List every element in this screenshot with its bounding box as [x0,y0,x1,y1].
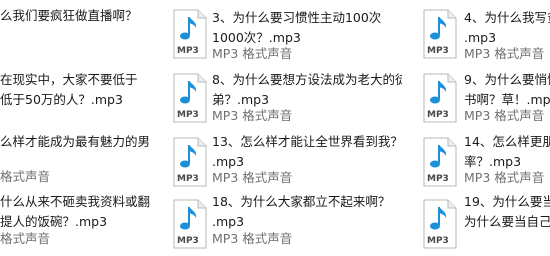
icon-label: MP3 [177,46,199,56]
file-name: 么我们要疯狂做直播啊？ [0,8,138,23]
icon-label: MP3 [427,236,449,246]
file-tile[interactable]: MP3 9、为什么要悄悄 书啊？草！.mp3 MP3 格式声音 [412,64,550,124]
mp3-file-icon: MP3 [173,73,207,123]
file-name: 19、为什么要当 为什么要当自己 [464,194,550,229]
file-name: 13、怎么样才能让全世界看到我？ .mp3 [212,134,402,169]
file-type: 格式声音 [0,231,51,246]
file-tile[interactable]: MP3 14、怎么样更朋 率？.mp3 MP3 格式声音 [412,128,550,188]
file-name: 4、为什么我写贫 .mp3 [464,10,550,45]
icon-label: MP3 [177,174,199,184]
mp3-file-icon: MP3 [173,199,207,249]
file-type: MP3 格式声音 [212,108,293,123]
file-name: 18、为什么大家都立不起来啊？ .mp3 [212,194,391,229]
file-type: MP3 格式声音 [212,231,293,246]
file-explorer-tiles-view: { "files": [ {"name": "么我们要疯狂做直播啊？", "ty… [0,0,550,256]
mp3-file-icon: MP3 [173,137,207,187]
file-name: 14、怎么样更朋 率？.mp3 [464,134,550,169]
mp3-file-icon: MP3 [423,9,457,59]
file-tile[interactable]: MP3 18、为什么大家都立不起来啊？ .mp3 MP3 格式声音 [162,190,402,256]
file-type: MP3 格式声音 [212,46,293,61]
icon-label: MP3 [177,236,199,246]
file-tile[interactable]: MP3 3、为什么要习惯性主动100次 1000次？.mp3 MP3 格式声音 [162,0,402,61]
file-name: 3、为什么要习惯性主动100次 1000次？.mp3 [212,10,382,45]
file-type: MP3 格式声音 [464,46,545,61]
icon-label: MP3 [177,110,199,120]
file-tile[interactable]: 什么从来不砸卖我资料或翻 提人的饭碗？.mp3 格式声音 [0,190,160,256]
file-name: 什么从来不砸卖我资料或翻 提人的饭碗？.mp3 [0,194,151,229]
file-tile[interactable]: 在现实中，大家不要低于 低于50万的人？.mp3 [0,64,160,124]
file-tile[interactable]: 么我们要疯狂做直播啊？ MP3 格式声音 [0,0,160,60]
file-type: MP3 格式声音 [464,170,545,185]
file-name: 么样才能成为最有魅力的男 [0,134,151,149]
file-name: 8、为什么要想方设法成为老大的徒 弟？.mp3 [212,72,402,107]
file-type: MP3 格式声音 [212,170,293,185]
file-name: 9、为什么要悄悄 书啊？草！.mp3 [464,72,550,107]
file-type: 格式声音 [0,169,51,184]
mp3-file-icon: MP3 [423,137,457,187]
file-tile[interactable]: MP3 8、为什么要想方设法成为老大的徒 弟？.mp3 MP3 格式声音 [162,64,402,124]
file-name: 在现实中，大家不要低于 低于50万的人？.mp3 [0,72,138,107]
file-tile[interactable]: MP3 4、为什么我写贫 .mp3 MP3 格式声音 [412,0,550,61]
icon-label: MP3 [427,174,449,184]
mp3-file-icon: MP3 [423,199,457,249]
mp3-file-icon: MP3 [423,73,457,123]
icon-label: MP3 [427,110,449,120]
file-tile[interactable]: 么样才能成为最有魅力的男 格式声音 [0,128,160,188]
icon-label: MP3 [427,46,449,56]
file-tile[interactable]: MP3 19、为什么要当 为什么要当自己 [412,190,550,256]
file-type: MP3 格式声音 [464,108,545,123]
mp3-file-icon: MP3 [173,9,207,59]
file-tile[interactable]: MP3 13、怎么样才能让全世界看到我？ .mp3 MP3 格式声音 [162,128,402,188]
